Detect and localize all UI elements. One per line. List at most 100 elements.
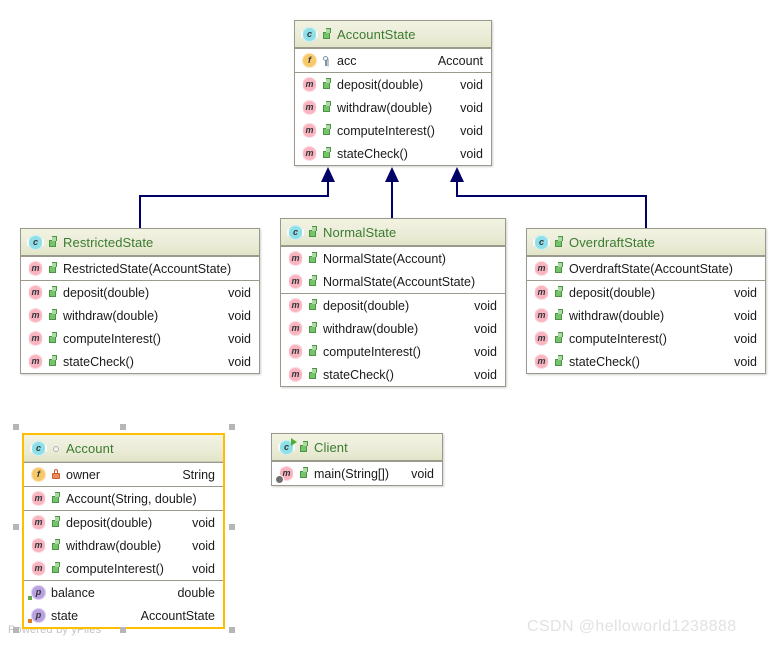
method-badge-icon: m	[27, 261, 44, 276]
method-badge-icon: m	[533, 354, 550, 369]
member-row[interactable]: f owner String	[24, 463, 223, 486]
member-row[interactable]: m stateCheck() void	[527, 350, 765, 373]
member-row[interactable]: m withdraw(double) void	[281, 317, 505, 340]
member-label: computeInterest()	[323, 344, 421, 359]
selection-handle-nw[interactable]	[13, 424, 19, 430]
member-label: balance	[51, 585, 95, 600]
class-header-overdraftstate[interactable]: c OverdraftState	[527, 229, 765, 256]
member-row[interactable]: m deposit(double) void	[281, 294, 505, 317]
class-header-restrictedstate[interactable]: c RestrictedState	[21, 229, 259, 256]
class-box-accountstate[interactable]: c AccountState f acc Account m deposit(d…	[294, 20, 492, 166]
class-box-restrictedstate[interactable]: c RestrictedState m RestrictedState(Acco…	[20, 228, 260, 374]
member-label: Account(String, double)	[66, 491, 197, 506]
member-label: stateCheck()	[63, 354, 134, 369]
method-badge-icon: m	[301, 146, 318, 161]
public-icon	[554, 262, 564, 275]
selection-handle-n[interactable]	[120, 424, 126, 430]
member-label: computeInterest()	[569, 331, 667, 346]
member-type: void	[734, 354, 757, 369]
class-box-normalstate[interactable]: c NormalState m NormalState(Account) m N…	[280, 218, 506, 387]
method-badge-icon: m	[287, 344, 304, 359]
member-type: void	[411, 466, 434, 481]
method-badge-icon: m	[533, 308, 550, 323]
public-icon	[554, 286, 564, 299]
member-row[interactable]: m Account(String, double)	[24, 487, 223, 510]
member-row[interactable]: m stateCheck() void	[295, 142, 491, 165]
public-icon	[554, 355, 564, 368]
selection-handle-w[interactable]	[13, 524, 19, 530]
member-row[interactable]: m deposit(double) void	[21, 281, 259, 304]
member-type: void	[460, 77, 483, 92]
class-section-constructors: m NormalState(Account) m NormalState(Acc…	[281, 246, 505, 293]
class-header-accountstate[interactable]: c AccountState	[295, 21, 491, 48]
class-box-overdraftstate[interactable]: c OverdraftState m OverdraftState(Accoun…	[526, 228, 766, 374]
private-icon	[51, 468, 61, 481]
member-label: deposit(double)	[323, 298, 410, 313]
member-row[interactable]: m stateCheck() void	[281, 363, 505, 386]
member-row[interactable]: m main(String[]) void	[272, 462, 442, 485]
public-icon	[554, 309, 564, 322]
member-row[interactable]: p state AccountState	[24, 604, 223, 627]
class-box-account[interactable]: c Account f owner String m Account(Strin…	[22, 433, 225, 629]
class-name: OverdraftState	[569, 234, 655, 250]
class-header-normalstate[interactable]: c NormalState	[281, 219, 505, 246]
method-badge-icon: m	[301, 123, 318, 138]
member-row[interactable]: m NormalState(AccountState)	[281, 270, 505, 293]
public-icon	[48, 286, 58, 299]
member-row[interactable]: m stateCheck() void	[21, 350, 259, 373]
selection-handle-sw[interactable]	[13, 627, 19, 633]
class-box-client[interactable]: c Client m main(String[]) void	[271, 433, 443, 486]
public-icon	[48, 235, 58, 249]
member-row[interactable]: p balance double	[24, 581, 223, 604]
member-label: main(String[])	[314, 466, 390, 481]
member-row[interactable]: m withdraw(double) void	[527, 304, 765, 327]
member-row[interactable]: m deposit(double) void	[24, 511, 223, 534]
method-badge-icon: m	[287, 251, 304, 266]
selection-handle-e[interactable]	[229, 524, 235, 530]
property-badge-icon: p	[28, 585, 46, 600]
member-type: void	[228, 285, 251, 300]
selection-handle-s[interactable]	[120, 627, 126, 633]
member-label: deposit(double)	[66, 515, 153, 530]
member-type: Account	[437, 53, 483, 68]
class-header-client[interactable]: c Client	[272, 434, 442, 461]
class-section-properties: p balance double p state AccountState	[24, 580, 223, 627]
member-row[interactable]: m withdraw(double) void	[21, 304, 259, 327]
member-row[interactable]: m OverdraftState(AccountState)	[527, 257, 765, 280]
member-row[interactable]: m computeInterest() void	[527, 327, 765, 350]
diagram-canvas[interactable]: c AccountState f acc Account m deposit(d…	[0, 0, 784, 647]
member-row[interactable]: m computeInterest() void	[295, 119, 491, 142]
member-row[interactable]: f acc Account	[295, 49, 491, 72]
member-type: AccountState	[140, 608, 215, 623]
protected-icon	[322, 54, 332, 67]
member-label: withdraw(double)	[66, 538, 162, 553]
class-runnable-badge-icon: c	[278, 437, 297, 455]
member-row[interactable]: m deposit(double) void	[527, 281, 765, 304]
member-row[interactable]: m computeInterest() void	[281, 340, 505, 363]
member-row[interactable]: m computeInterest() void	[21, 327, 259, 350]
method-badge-icon: m	[27, 354, 44, 369]
member-row[interactable]: m RestrictedState(AccountState)	[21, 257, 259, 280]
selection-handle-ne[interactable]	[229, 424, 235, 430]
member-row[interactable]: m computeInterest() void	[24, 557, 223, 580]
member-row[interactable]: m deposit(double) void	[295, 73, 491, 96]
public-icon	[322, 27, 332, 41]
selection-handle-se[interactable]	[229, 627, 235, 633]
member-label: NormalState(AccountState)	[323, 274, 476, 289]
class-badge-icon: c	[301, 26, 318, 42]
member-type: void	[460, 146, 483, 161]
member-row[interactable]: m withdraw(double) void	[24, 534, 223, 557]
public-icon	[48, 332, 58, 345]
member-row[interactable]: m withdraw(double) void	[295, 96, 491, 119]
class-section-methods: m deposit(double) void m withdraw(double…	[295, 72, 491, 165]
class-header-account[interactable]: c Account	[24, 435, 223, 462]
static-marker-icon	[276, 476, 283, 483]
member-row[interactable]: m NormalState(Account)	[281, 247, 505, 270]
member-type: void	[192, 538, 215, 553]
public-icon	[308, 299, 318, 312]
method-badge-icon: m	[27, 308, 44, 323]
field-badge-icon: f	[31, 467, 46, 482]
public-icon	[299, 440, 309, 454]
member-type: void	[474, 298, 497, 313]
member-label: computeInterest()	[66, 561, 164, 576]
